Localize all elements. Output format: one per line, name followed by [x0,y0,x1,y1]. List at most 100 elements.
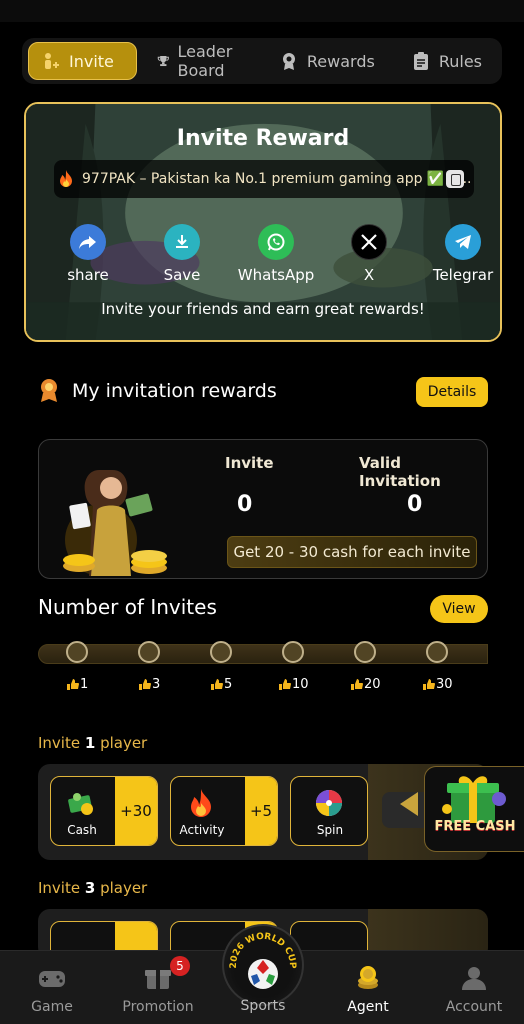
telegram-button[interactable]: Telegrar [426,224,500,284]
thumbs-up-icon [423,679,435,690]
progress-node [282,641,304,663]
spin-wheel-icon [316,790,342,816]
gamepad-icon [39,971,65,987]
cash-per-invite-banner: Get 20 - 30 cash for each invite [227,536,477,568]
reward-item-name: Activity [179,823,225,837]
tier-title: Invite 3 player [38,879,147,897]
tab-rules[interactable]: Rules [397,42,496,80]
flame-icon [191,789,211,817]
tab-leader-board-label: Leader Board [177,42,233,80]
nav-promotion-label: Promotion [122,999,194,1015]
reward-item-amount: +5 [245,777,277,845]
reward-item-name: Cash [67,823,97,837]
thumbs-up-icon [351,679,363,690]
invite-reward-card: Invite Reward 977PAK – Pakistan ka No.1 … [24,102,502,342]
user-icon [462,967,486,990]
cash-icon [68,793,93,815]
x-icon [351,224,387,260]
milestone-step: 30 [422,677,453,692]
number-of-invites-title: Number of Invites [38,595,217,619]
whatsapp-button[interactable]: WhatsApp [234,224,318,284]
nav-game[interactable]: Game [26,959,78,1015]
thumbs-up-icon [139,679,151,690]
save-button[interactable]: Save [158,224,206,284]
whatsapp-label: WhatsApp [237,266,315,284]
telegram-label: Telegrar [432,266,494,284]
milestone-label: 5 [224,677,233,692]
promo-text: 977PAK – Pakistan ka No.1 premium gaming… [82,171,472,187]
nav-agent-label: Agent [347,999,389,1015]
tier-count: 3 [84,879,96,897]
reward-item-cash[interactable]: Cash +30 [50,776,158,846]
x-share-button[interactable]: X [346,224,392,284]
tier-suffix: player [95,734,148,752]
nav-account-label: Account [445,999,503,1015]
free-cash-text: FREE CASH [434,819,516,834]
invite-count-value: 0 [237,492,253,517]
details-button[interactable]: Details [416,377,488,407]
invite-reward-title: Invite Reward [176,126,350,151]
tab-invite-label: Invite [69,51,114,71]
milestone-step: 10 [278,677,309,692]
share-row: share Save WhatsApp X Telegrar [26,224,500,294]
nav-sports[interactable]: 2026 WORLD CUP [222,924,304,1006]
host-illustration [63,470,167,576]
promotion-count-badge: 5 [170,956,190,976]
progress-node [210,641,232,663]
award-badge-icon [41,379,57,402]
invite-reward-subtitle: Invite your friends and earn great rewar… [101,300,425,318]
tab-leader-board[interactable]: Leader Board [143,42,259,80]
my-invitation-rewards-header: My invitation rewards [38,378,277,404]
milestone-step: 20 [350,677,381,692]
fire-icon [60,170,72,187]
copy-icon[interactable] [446,170,464,188]
progress-node [138,641,160,663]
reward-item-spin[interactable]: Spin [290,776,368,846]
tier-prefix: Invite [38,734,85,752]
tier-reward-card: Cash +30 Activity +5 Spin [38,764,488,860]
world-cup-icon: 2026 WORLD CUP [229,932,297,989]
medal-icon [282,53,295,70]
invite-progress-track [38,644,488,664]
view-button[interactable]: View [430,595,488,623]
nav-game-label: Game [31,999,73,1015]
tab-bar: Invite Leader Board Rewards Rules [22,38,502,84]
status-strip [0,0,524,22]
tier-prefix: Invite [38,879,85,897]
tab-invite[interactable]: Invite [28,42,137,80]
nav-agent[interactable]: Agent [342,959,394,1015]
milestone-label: 10 [292,677,309,692]
promo-message-bar: 977PAK – Pakistan ka No.1 premium gaming… [54,160,474,198]
milestone-step: 3 [138,677,160,692]
share-button[interactable]: share [64,224,112,284]
thumbs-up-icon [211,679,223,690]
gift-icon [145,970,171,989]
thumbs-up-icon [279,679,291,690]
tab-rewards[interactable]: Rewards [265,42,389,80]
coins-icon [358,966,378,989]
gift-box-icon [442,776,506,823]
nav-sports-label: Sports [240,998,286,1014]
reward-item-amount: +30 [115,777,157,845]
milestone-step: 5 [210,677,232,692]
tab-rewards-label: Rewards [306,51,375,71]
valid-invitation-value: 0 [407,492,423,517]
share-label: share [67,266,109,284]
reward-item-activity[interactable]: Activity +5 [170,776,278,846]
clipboard-icon [413,52,428,70]
share-icon [70,224,106,260]
invite-icon [45,53,59,69]
save-label: Save [163,266,201,284]
free-cash-floating-button[interactable]: FREE CASH [424,766,524,852]
x-label: X [363,266,375,284]
reward-item-name: Spin [316,823,344,837]
valid-invitation-label: Valid Invitation [359,454,441,490]
milestone-step: 1 [66,677,88,692]
milestone-label: 3 [152,677,161,692]
tier-title: Invite 1 player [38,734,147,752]
nav-account[interactable]: Account [442,959,506,1015]
trophy-icon [157,55,169,67]
tier-suffix: player [95,879,148,897]
thumbs-up-icon [67,679,79,690]
tier-count: 1 [84,734,96,752]
